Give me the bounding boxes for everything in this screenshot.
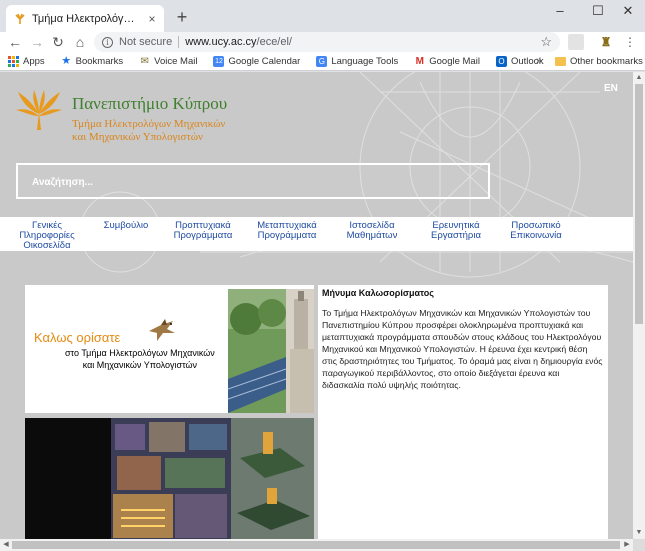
gmail-icon: M [415, 55, 424, 67]
folder-icon [555, 57, 566, 66]
welcome-subtitle: στο Τμήμα Ηλεκτρολόγων Μηχανικών και Μηχ… [65, 347, 215, 371]
menu-label: Συμβούλιο [103, 220, 149, 231]
url-path: /ece/el/ [256, 36, 292, 48]
url-domain: www.ucy.ac.cy [185, 36, 257, 48]
welcome-message-panel: Μήνυμα Καλωσορίσματος Το Τμήμα Ηλεκτρολό… [318, 285, 608, 539]
bookmark-label: Apps [23, 55, 45, 67]
message-heading: Μήνυμα Καλωσορίσματος [322, 288, 434, 298]
maximize-button[interactable]: ☐ [582, 0, 614, 22]
language-switch-en[interactable]: EN [604, 83, 618, 94]
calendar-icon: 12 [213, 55, 225, 67]
profile-extension-icon[interactable]: ♜ [598, 34, 614, 50]
apps-grid-icon [8, 55, 19, 67]
menu-label: Επικοινωνία [510, 230, 562, 241]
bookmark-label: Language Tools [331, 55, 399, 67]
menu-item-general-info[interactable]: Γενικές Πληροφορίες Οικοσελίδα [18, 221, 76, 251]
university-name[interactable]: Πανεπιστήμιο Κύπρου [72, 94, 227, 114]
welcome-subtitle-line-2: και Μηχανικών Υπολογιστών [82, 360, 198, 370]
bookmark-voice-mail[interactable]: ✉ Voice Mail [139, 56, 197, 67]
tab-title: Τμήμα Ηλεκτρολόγων Μηχανικώ [32, 12, 140, 25]
menu-kebab-icon[interactable]: ⋮ [622, 34, 638, 50]
new-tab-button[interactable]: + [172, 7, 192, 27]
other-bookmarks[interactable]: Other bookmarks [555, 52, 643, 71]
scrollbar-corner [633, 539, 645, 551]
reload-button[interactable]: ↻ [48, 32, 68, 52]
scroll-right-icon[interactable]: ▶ [621, 539, 633, 551]
menu-item-course-pages[interactable]: Ιστοσελίδα Μαθημάτων [342, 221, 402, 241]
scroll-down-icon[interactable]: ▼ [633, 527, 645, 539]
browser-tab[interactable]: Τμήμα Ηλεκτρολόγων Μηχανικώ × [6, 5, 164, 32]
ucy-favicon-icon [15, 13, 25, 24]
tab-strip: Τμήμα Ηλεκτρολόγων Μηχανικώ × + – ☐ ✕ [0, 0, 645, 32]
forward-button[interactable]: → [27, 32, 47, 52]
extension-icon[interactable] [568, 34, 584, 50]
menu-label: Εργαστήρια [431, 230, 481, 241]
bookmark-bookmarks[interactable]: ★ Bookmarks [61, 54, 124, 67]
url-text[interactable]: www.ucy.ac.cy/ece/el/ [185, 36, 540, 48]
bookmark-star-icon[interactable]: ☆ [540, 34, 552, 50]
welcome-banner[interactable]: Καλως ορίσατε στο Τμήμα Ηλεκτρολόγων Μηχ… [25, 285, 314, 413]
back-button[interactable]: ← [5, 32, 25, 52]
welcome-title: Καλως ορίσατε [34, 330, 121, 345]
tab-close-icon[interactable]: × [146, 12, 158, 26]
department-line-1: Τμήμα Ηλεκτρολόγων Μηχανικών [72, 118, 226, 130]
menu-item-council[interactable]: Συμβούλιο [100, 221, 152, 231]
bookmark-label: Bookmarks [75, 55, 124, 67]
menu-item-research-labs[interactable]: Ερευνητικά Εργαστήρια [426, 221, 486, 241]
star-icon: ★ [61, 54, 72, 67]
menu-label: Μαθημάτων [346, 230, 398, 241]
bookmark-label: Google Calendar [228, 55, 301, 67]
bird-illustration-icon [149, 319, 175, 341]
department-name[interactable]: Τμήμα Ηλεκτρολόγων Μηχανικών και Μηχανικ… [72, 118, 225, 144]
address-bar[interactable]: i Not secure www.ucy.ac.cy/ece/el/ ☆ [94, 32, 560, 52]
research-collage-image [111, 418, 314, 539]
main-menu: Γενικές Πληροφορίες Οικοσελίδα Συμβούλιο… [0, 217, 633, 251]
page-viewport: Πανεπιστήμιο Κύπρου Τμήμα Ηλεκτρολόγων Μ… [0, 72, 633, 539]
menu-item-undergraduate[interactable]: Προπτυχιακά Προγράμματα [172, 221, 234, 241]
voicemail-icon: ✉ [140, 55, 149, 67]
vertical-scrollbar[interactable]: ▲ ▼ [633, 72, 645, 539]
research-image-banner[interactable] [25, 418, 314, 539]
menu-item-staff-contact[interactable]: Προσωπικό Επικοινωνία [506, 221, 566, 241]
translate-icon: G [316, 55, 328, 67]
horizontal-scrollbar[interactable]: ◀ ▶ [0, 539, 633, 551]
browser-toolbar: ← → ↻ ⌂ i Not secure www.ucy.ac.cy/ece/e… [0, 32, 645, 52]
bookmark-label: Voice Mail [154, 55, 198, 67]
bookmark-google-calendar[interactable]: 12 Google Calendar [213, 55, 301, 67]
campus-photo [228, 289, 314, 413]
welcome-subtitle-line-1: στο Τμήμα Ηλεκτρολόγων Μηχανικών [65, 348, 215, 358]
bookmark-label: Google Mail [429, 55, 480, 67]
ucy-logo-icon [16, 90, 62, 130]
message-body: Το Τμήμα Ηλεκτρολόγων Μηχανικών και Μηχα… [322, 308, 603, 390]
info-icon[interactable]: i [102, 36, 113, 48]
bookmark-apps[interactable]: Apps [8, 55, 45, 67]
menu-label: Προγράμματα [173, 230, 233, 241]
security-label: Not secure [119, 36, 173, 48]
bookmark-language-tools[interactable]: G Language Tools [316, 55, 399, 67]
scroll-up-icon[interactable]: ▲ [633, 72, 645, 84]
home-button[interactable]: ⌂ [70, 32, 90, 52]
vertical-scroll-thumb[interactable] [635, 84, 643, 324]
outlook-icon: O [495, 55, 507, 67]
menu-item-postgraduate[interactable]: Μεταπτυχιακά Προγράμματα [254, 221, 320, 241]
bookmarks-bar: Apps ★ Bookmarks ✉ Voice Mail 12 Google … [0, 52, 645, 71]
search-input[interactable]: Αναζήτηση... [16, 163, 490, 199]
menu-label: Οικοσελίδα [23, 240, 71, 251]
other-bookmarks-label: Other bookmarks [570, 56, 643, 67]
bookmark-google-mail[interactable]: M Google Mail [414, 56, 480, 67]
scroll-left-icon[interactable]: ◀ [0, 539, 12, 551]
bookmarks-overflow-button[interactable]: » [536, 52, 542, 71]
menu-label: Προγράμματα [257, 230, 317, 241]
department-line-2: και Μηχανικών Υπολογιστών [72, 131, 204, 143]
horizontal-scroll-thumb[interactable] [12, 541, 620, 549]
omnibox-divider [178, 36, 180, 48]
close-window-button[interactable]: ✕ [612, 0, 644, 22]
minimize-button[interactable]: – [544, 0, 576, 22]
